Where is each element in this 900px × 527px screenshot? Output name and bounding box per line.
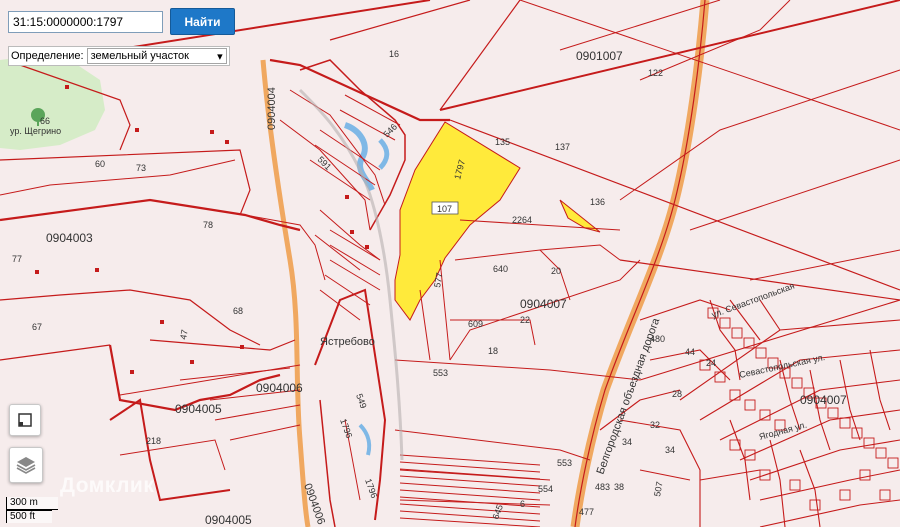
parcel-label: 22 xyxy=(520,315,530,325)
parcel-label: 20 xyxy=(551,266,561,276)
parcel-label: 77 xyxy=(12,254,22,264)
parcel-label: 66 xyxy=(40,116,50,126)
parcel-label: 609 xyxy=(468,319,483,329)
search-bar: Найти xyxy=(8,8,235,35)
parcel-label: 477 xyxy=(579,507,594,517)
definition-selected: земельный участок xyxy=(90,50,189,62)
village-label: Ястребово xyxy=(320,336,375,348)
watermark: Домклик xyxy=(60,474,155,497)
search-button[interactable]: Найти xyxy=(170,8,235,35)
quarter-0904006: 0904006 xyxy=(256,381,303,395)
scale-metric: 300 m xyxy=(6,497,58,510)
parcel-label: 136 xyxy=(590,197,605,207)
parcel-label: 122 xyxy=(648,68,663,78)
parcel-label: 18 xyxy=(488,346,498,356)
quarter-0904005-b: 0904005 xyxy=(205,513,252,527)
parcel-label: 2264 xyxy=(512,215,532,225)
parcel-label: 73 xyxy=(136,163,146,173)
parcel-label: 640 xyxy=(493,264,508,274)
parcel-label: 24 xyxy=(706,358,716,368)
parcel-label: 28 xyxy=(672,389,682,399)
quarter-0904003: 0904003 xyxy=(46,231,93,245)
layers-icon xyxy=(16,457,36,474)
parcel-label: 218 xyxy=(146,436,161,446)
quarter-0901007: 0901007 xyxy=(576,49,623,63)
parcel-label: 553 xyxy=(433,368,448,378)
parcel-label: 553 xyxy=(557,458,572,468)
definition-select[interactable]: земельный участок ▾ xyxy=(86,48,227,64)
parcel-label: 6 xyxy=(520,499,525,509)
frame-icon xyxy=(18,413,32,427)
parcel-label: 34 xyxy=(665,445,675,455)
parcel-label: 32 xyxy=(650,420,660,430)
parcel-label: 554 xyxy=(538,484,553,494)
parcel-label: 16 xyxy=(389,49,399,59)
parcel-label: 137 xyxy=(555,142,570,152)
layers-button[interactable] xyxy=(9,447,43,483)
parcel-label: 78 xyxy=(203,220,213,230)
definition-label: Определение: xyxy=(11,50,84,62)
quarter-0904005: 0904005 xyxy=(175,402,222,416)
parcel-label: 67 xyxy=(32,322,42,332)
frame-button[interactable] xyxy=(9,404,41,436)
parcel-label: 38 xyxy=(614,482,624,492)
parcel-label: 135 xyxy=(495,137,510,147)
scale-imperial: 500 ft xyxy=(6,510,52,523)
cadastral-map[interactable]: 0901007 0904003 0904007 0904006 0904005 … xyxy=(0,0,900,527)
quarter-0904007-b: 0904007 xyxy=(800,393,847,407)
parcel-label: 44 xyxy=(685,347,695,357)
chevron-down-icon: ▾ xyxy=(217,50,223,63)
parcel-label: 47 xyxy=(178,329,190,341)
map-background xyxy=(0,0,900,527)
parcel-label: 68 xyxy=(233,306,243,316)
parcel-label: 34 xyxy=(622,437,632,447)
definition-row: Определение: земельный участок ▾ xyxy=(8,46,230,66)
quarter-0904004: 0904004 xyxy=(266,87,278,130)
tract-label: ур. Щегрино xyxy=(10,126,61,136)
quarter-0904007: 0904007 xyxy=(520,297,567,311)
parcel-label: 107 xyxy=(437,204,452,214)
parcel-label: 60 xyxy=(95,159,105,169)
parcel-label: 483 xyxy=(595,482,610,492)
search-input[interactable] xyxy=(8,10,163,33)
